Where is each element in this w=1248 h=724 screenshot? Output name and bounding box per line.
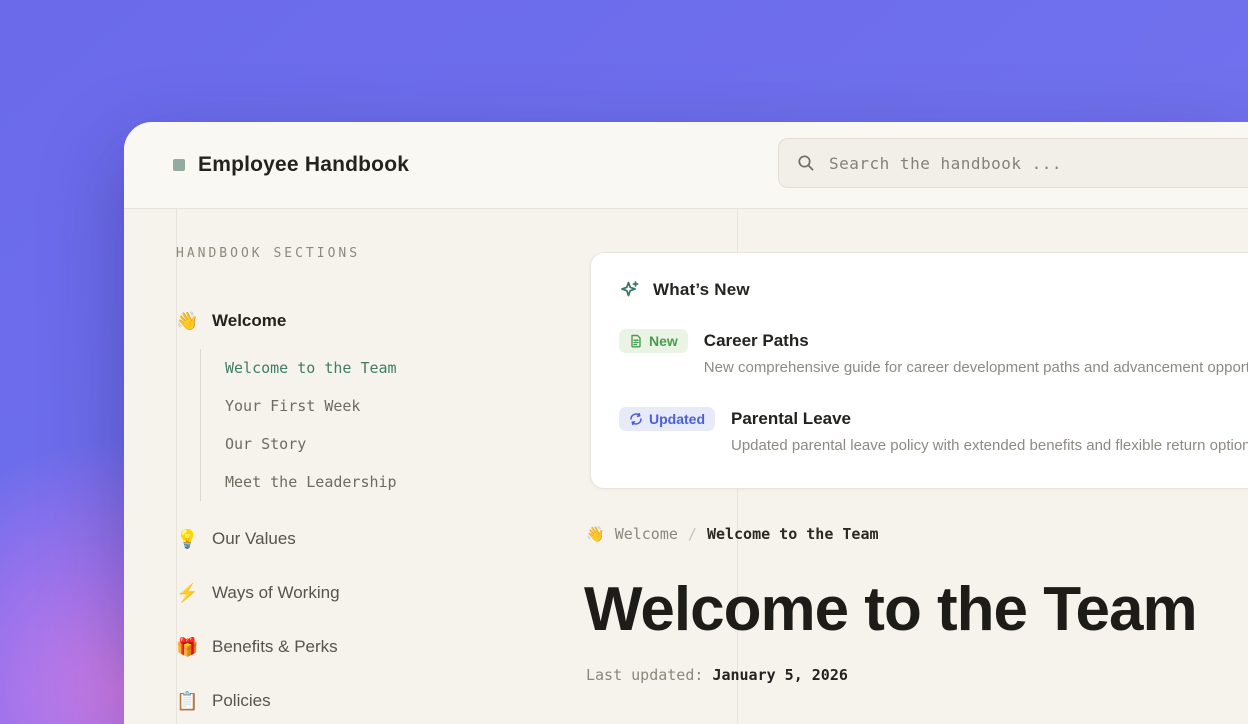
app-logo-icon (173, 159, 185, 171)
whats-new-item-text: Parental Leave Updated parental leave po… (731, 407, 1248, 457)
sidebar-item-label: Our Values (212, 529, 296, 549)
app-window: Employee Handbook Search the handbook ..… (124, 122, 1248, 724)
gift-icon: 🎁 (176, 637, 198, 658)
new-badge: New (619, 329, 688, 353)
sidebar-item-ways-of-working[interactable]: ⚡ Ways of Working (176, 577, 616, 609)
subnav-item-meet-the-leadership[interactable]: Meet the Leadership (225, 463, 616, 501)
sidebar-item-label: Policies (212, 691, 271, 711)
breadcrumb-separator: / (688, 525, 697, 543)
wave-icon: 👋 (176, 311, 198, 332)
sidebar: HANDBOOK SECTIONS 👋 Welcome Welcome to t… (176, 246, 616, 717)
desktop-background: Employee Handbook Search the handbook ..… (0, 0, 1248, 724)
app-brand: Employee Handbook (173, 122, 409, 208)
last-updated-value: January 5, 2026 (712, 666, 847, 684)
badge-label: Updated (649, 411, 705, 427)
sidebar-item-our-values[interactable]: 💡 Our Values (176, 523, 616, 555)
subnav-item-your-first-week[interactable]: Your First Week (225, 387, 616, 425)
sidebar-item-welcome[interactable]: 👋 Welcome (176, 305, 616, 337)
sparkles-icon (619, 279, 641, 301)
sidebar-item-label: Benefits & Perks (212, 637, 338, 657)
whats-new-item-description: New comprehensive guide for career devel… (704, 357, 1248, 379)
document-icon (629, 334, 643, 348)
whats-new-item-title: Parental Leave (731, 407, 1248, 431)
sidebar-item-benefits-perks[interactable]: 🎁 Benefits & Perks (176, 631, 616, 663)
sidebar-item-label: Ways of Working (212, 583, 340, 603)
search-icon (797, 154, 815, 172)
whats-new-item-career-paths[interactable]: New Career Paths New comprehensive guide… (619, 329, 1248, 379)
whats-new-item-title: Career Paths (704, 329, 1248, 353)
sidebar-item-policies[interactable]: 📋 Policies (176, 685, 616, 717)
app-header: Employee Handbook Search the handbook ..… (124, 122, 1248, 209)
last-updated-label: Last updated: (586, 666, 703, 684)
clipboard-icon: 📋 (176, 691, 198, 712)
sidebar-subnav-welcome: Welcome to the Team Your First Week Our … (200, 349, 616, 501)
whats-new-header: What’s New (619, 279, 1248, 301)
app-title: Employee Handbook (198, 153, 409, 177)
whats-new-title: What’s New (653, 280, 750, 300)
whats-new-item-description: Updated parental leave policy with exten… (731, 435, 1248, 457)
breadcrumb-section[interactable]: Welcome (615, 525, 678, 543)
sidebar-section-label: HANDBOOK SECTIONS (176, 246, 616, 262)
breadcrumb: 👋 Welcome / Welcome to the Team (586, 525, 879, 543)
sidebar-item-label: Welcome (212, 311, 286, 331)
breadcrumb-current-page: Welcome to the Team (707, 525, 879, 543)
last-updated: Last updated: January 5, 2026 (586, 666, 848, 684)
badge-label: New (649, 333, 678, 349)
lightning-icon: ⚡ (176, 583, 198, 604)
subnav-item-our-story[interactable]: Our Story (225, 425, 616, 463)
refresh-icon (629, 412, 643, 426)
wave-icon: 👋 (586, 525, 605, 543)
search-input[interactable]: Search the handbook ... (778, 138, 1248, 188)
whats-new-card: What’s New New Career Paths New comprehe… (590, 252, 1248, 489)
search-placeholder: Search the handbook ... (829, 154, 1062, 173)
lightbulb-icon: 💡 (176, 529, 198, 550)
updated-badge: Updated (619, 407, 715, 431)
subnav-item-welcome-to-the-team[interactable]: Welcome to the Team (225, 349, 616, 387)
page-title: Welcome to the Team (584, 574, 1197, 645)
whats-new-item-parental-leave[interactable]: Updated Parental Leave Updated parental … (619, 407, 1248, 457)
whats-new-item-text: Career Paths New comprehensive guide for… (704, 329, 1248, 379)
